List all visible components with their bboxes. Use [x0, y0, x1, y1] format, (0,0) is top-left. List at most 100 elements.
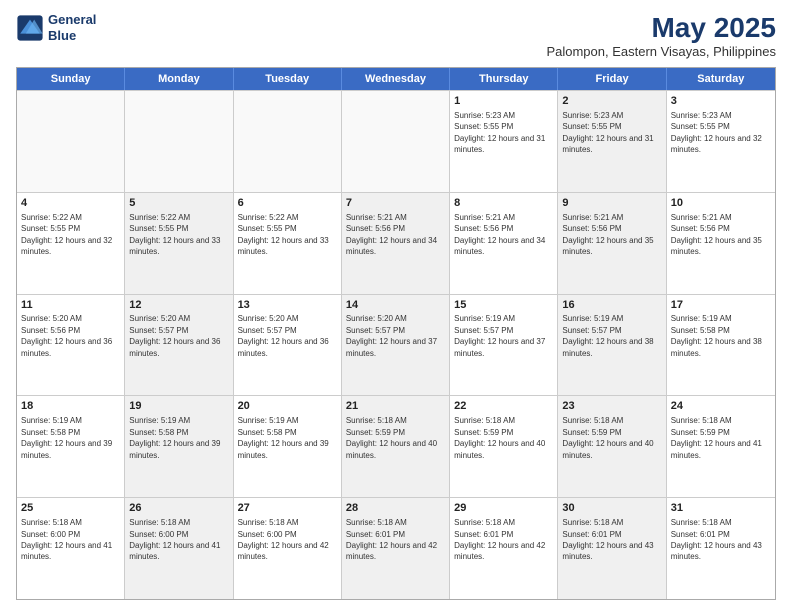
calendar-day-30: 30Sunrise: 5:18 AMSunset: 6:01 PMDayligh… — [558, 498, 666, 599]
calendar-day-29: 29Sunrise: 5:18 AMSunset: 6:01 PMDayligh… — [450, 498, 558, 599]
day-number: 2 — [562, 94, 661, 109]
day-number: 23 — [562, 399, 661, 414]
calendar-empty-cell — [17, 91, 125, 192]
day-number: 27 — [238, 501, 337, 516]
calendar-title: May 2025 — [546, 12, 776, 44]
calendar-day-21: 21Sunrise: 5:18 AMSunset: 5:59 PMDayligh… — [342, 396, 450, 497]
day-number: 14 — [346, 298, 445, 313]
calendar-day-25: 25Sunrise: 5:18 AMSunset: 6:00 PMDayligh… — [17, 498, 125, 599]
calendar-header-row: SundayMondayTuesdayWednesdayThursdayFrid… — [17, 68, 775, 90]
calendar-day-5: 5Sunrise: 5:22 AMSunset: 5:55 PMDaylight… — [125, 193, 233, 294]
sunrise-text: Sunrise: 5:21 AMSunset: 5:56 PMDaylight:… — [562, 213, 653, 256]
day-number: 22 — [454, 399, 553, 414]
sunrise-text: Sunrise: 5:20 AMSunset: 5:56 PMDaylight:… — [21, 314, 112, 357]
page: General Blue May 2025 Palompon, Eastern … — [0, 0, 792, 612]
calendar-day-2: 2 Sunrise: 5:23 AMSunset: 5:55 PMDaylight… — [558, 91, 666, 192]
day-number: 6 — [238, 196, 337, 211]
sunrise-text: Sunrise: 5:23 AMSunset: 5:55 PMDaylight:… — [454, 111, 545, 154]
day-number: 21 — [346, 399, 445, 414]
sunrise-text: Sunrise: 5:18 AMSunset: 6:01 PMDaylight:… — [562, 518, 653, 561]
calendar-day-27: 27 Sunrise: 5:18 AMSunset: 6:00 PMDayligh… — [234, 498, 342, 599]
calendar: SundayMondayTuesdayWednesdayThursdayFrid… — [16, 67, 776, 600]
calendar-day-8: 8 Sunrise: 5:21 AMSunset: 5:56 PMDaylight… — [450, 193, 558, 294]
calendar-day-14: 14Sunrise: 5:20 AMSunset: 5:57 PMDayligh… — [342, 295, 450, 396]
weekday-header-wednesday: Wednesday — [342, 68, 450, 90]
calendar-week-1: 1 Sunrise: 5:23 AMSunset: 5:55 PMDaylight… — [17, 90, 775, 192]
logo-icon — [16, 14, 44, 42]
calendar-week-2: 4 Sunrise: 5:22 AMSunset: 5:55 PMDaylight… — [17, 192, 775, 294]
sunrise-text: Sunrise: 5:22 AMSunset: 5:55 PMDaylight:… — [238, 213, 329, 256]
sunrise-text: Sunrise: 5:18 AMSunset: 6:00 PMDaylight:… — [129, 518, 220, 561]
sunrise-text: Sunrise: 5:20 AMSunset: 5:57 PMDaylight:… — [238, 314, 329, 357]
calendar-day-1: 1 Sunrise: 5:23 AMSunset: 5:55 PMDaylight… — [450, 91, 558, 192]
sunrise-text: Sunrise: 5:18 AMSunset: 5:59 PMDaylight:… — [454, 416, 545, 459]
calendar-day-4: 4 Sunrise: 5:22 AMSunset: 5:55 PMDaylight… — [17, 193, 125, 294]
day-number: 18 — [21, 399, 120, 414]
sunrise-text: Sunrise: 5:19 AMSunset: 5:57 PMDaylight:… — [562, 314, 653, 357]
calendar-day-16: 16Sunrise: 5:19 AMSunset: 5:57 PMDayligh… — [558, 295, 666, 396]
calendar-day-18: 18Sunrise: 5:19 AMSunset: 5:58 PMDayligh… — [17, 396, 125, 497]
day-number: 19 — [129, 399, 228, 414]
sunrise-text: Sunrise: 5:19 AMSunset: 5:58 PMDaylight:… — [671, 314, 762, 357]
weekday-header-tuesday: Tuesday — [234, 68, 342, 90]
sunrise-text: Sunrise: 5:18 AMSunset: 6:01 PMDaylight:… — [346, 518, 437, 561]
sunrise-text: Sunrise: 5:23 AMSunset: 5:55 PMDaylight:… — [562, 111, 653, 154]
calendar-body: 1 Sunrise: 5:23 AMSunset: 5:55 PMDaylight… — [17, 90, 775, 599]
day-number: 15 — [454, 298, 553, 313]
calendar-day-22: 22 Sunrise: 5:18 AMSunset: 5:59 PMDayligh… — [450, 396, 558, 497]
calendar-day-23: 23 Sunrise: 5:18 AMSunset: 5:59 PMDayligh… — [558, 396, 666, 497]
day-number: 1 — [454, 94, 553, 109]
calendar-day-17: 17Sunrise: 5:19 AMSunset: 5:58 PMDayligh… — [667, 295, 775, 396]
day-number: 17 — [671, 298, 771, 313]
calendar-day-19: 19 Sunrise: 5:19 AMSunset: 5:58 PMDayligh… — [125, 396, 233, 497]
calendar-day-20: 20 Sunrise: 5:19 AMSunset: 5:58 PMDayligh… — [234, 396, 342, 497]
logo: General Blue — [16, 12, 96, 43]
weekday-header-thursday: Thursday — [450, 68, 558, 90]
calendar-day-26: 26 Sunrise: 5:18 AMSunset: 6:00 PMDayligh… — [125, 498, 233, 599]
calendar-day-13: 13Sunrise: 5:20 AMSunset: 5:57 PMDayligh… — [234, 295, 342, 396]
calendar-day-7: 7 Sunrise: 5:21 AMSunset: 5:56 PMDaylight… — [342, 193, 450, 294]
sunrise-text: Sunrise: 5:18 AMSunset: 6:01 PMDaylight:… — [671, 518, 762, 561]
day-number: 12 — [129, 298, 228, 313]
weekday-header-friday: Friday — [558, 68, 666, 90]
day-number: 28 — [346, 501, 445, 516]
sunrise-text: Sunrise: 5:22 AMSunset: 5:55 PMDaylight:… — [129, 213, 220, 256]
sunrise-text: Sunrise: 5:23 AMSunset: 5:55 PMDaylight:… — [671, 111, 762, 154]
calendar-week-3: 11Sunrise: 5:20 AMSunset: 5:56 PMDayligh… — [17, 294, 775, 396]
calendar-day-24: 24Sunrise: 5:18 AMSunset: 5:59 PMDayligh… — [667, 396, 775, 497]
day-number: 26 — [129, 501, 228, 516]
sunrise-text: Sunrise: 5:22 AMSunset: 5:55 PMDaylight:… — [21, 213, 112, 256]
calendar-week-5: 25 Sunrise: 5:18 AMSunset: 6:00 PMDayligh… — [17, 497, 775, 599]
day-number: 8 — [454, 196, 553, 211]
sunrise-text: Sunrise: 5:19 AMSunset: 5:58 PMDaylight:… — [238, 416, 329, 459]
calendar-day-10: 10Sunrise: 5:21 AMSunset: 5:56 PMDayligh… — [667, 193, 775, 294]
calendar-empty-cell — [342, 91, 450, 192]
sunrise-text: Sunrise: 5:20 AMSunset: 5:57 PMDaylight:… — [346, 314, 437, 357]
calendar-empty-cell — [234, 91, 342, 192]
calendar-day-15: 15Sunrise: 5:19 AMSunset: 5:57 PMDayligh… — [450, 295, 558, 396]
calendar-week-4: 18 Sunrise: 5:19 AMSunset: 5:58 PMDayligh… — [17, 395, 775, 497]
sunrise-text: Sunrise: 5:21 AMSunset: 5:56 PMDaylight:… — [454, 213, 545, 256]
sunrise-text: Sunrise: 5:19 AMSunset: 5:58 PMDaylight:… — [129, 416, 220, 459]
sunrise-text: Sunrise: 5:18 AMSunset: 5:59 PMDaylight:… — [562, 416, 653, 459]
day-number: 10 — [671, 196, 771, 211]
day-number: 13 — [238, 298, 337, 313]
calendar-day-9: 9 Sunrise: 5:21 AMSunset: 5:56 PMDaylight… — [558, 193, 666, 294]
day-number: 25 — [21, 501, 120, 516]
day-number: 7 — [346, 196, 445, 211]
day-number: 20 — [238, 399, 337, 414]
calendar-day-31: 31 Sunrise: 5:18 AMSunset: 6:01 PMDayligh… — [667, 498, 775, 599]
calendar-day-6: 6 Sunrise: 5:22 AMSunset: 5:55 PMDaylight… — [234, 193, 342, 294]
sunrise-text: Sunrise: 5:18 AMSunset: 5:59 PMDaylight:… — [671, 416, 762, 459]
day-number: 16 — [562, 298, 661, 313]
day-number: 9 — [562, 196, 661, 211]
weekday-header-monday: Monday — [125, 68, 233, 90]
day-number: 31 — [671, 501, 771, 516]
sunrise-text: Sunrise: 5:18 AMSunset: 6:00 PMDaylight:… — [238, 518, 329, 561]
title-block: May 2025 Palompon, Eastern Visayas, Phil… — [546, 12, 776, 59]
sunrise-text: Sunrise: 5:18 AMSunset: 6:01 PMDaylight:… — [454, 518, 545, 561]
calendar-day-11: 11Sunrise: 5:20 AMSunset: 5:56 PMDayligh… — [17, 295, 125, 396]
day-number: 4 — [21, 196, 120, 211]
calendar-day-12: 12Sunrise: 5:20 AMSunset: 5:57 PMDayligh… — [125, 295, 233, 396]
sunrise-text: Sunrise: 5:21 AMSunset: 5:56 PMDaylight:… — [346, 213, 437, 256]
